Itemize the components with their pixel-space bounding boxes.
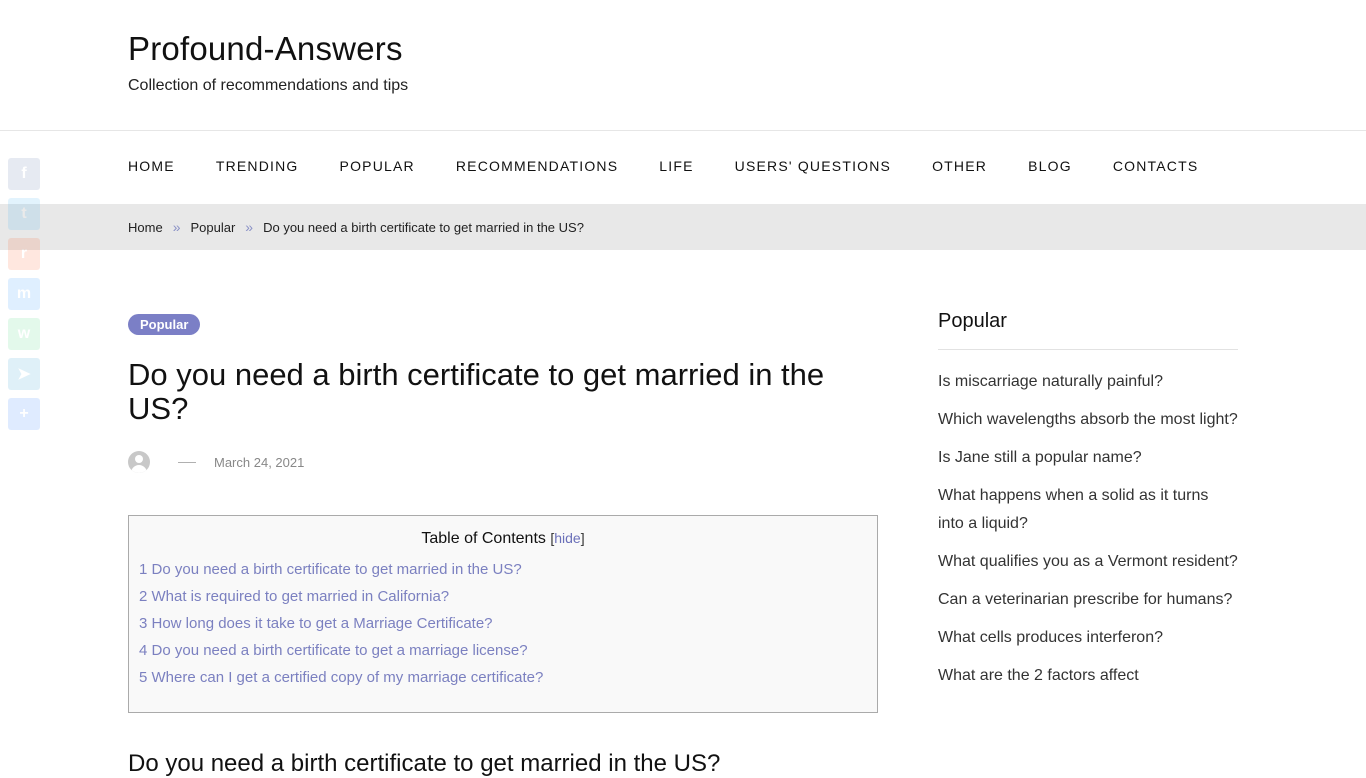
breadcrumb: Home » Popular » Do you need a birth cer…	[128, 219, 584, 235]
nav-home[interactable]: HOME	[128, 158, 175, 174]
toc-hide-wrapper: [hide]	[550, 530, 585, 546]
messenger-icon[interactable]: m	[8, 278, 40, 310]
toc-item[interactable]: 2 What is required to get married in Cal…	[139, 587, 877, 606]
nav-life[interactable]: LIFE	[659, 158, 693, 174]
twitter-icon[interactable]: t	[8, 198, 40, 230]
sidebar-item[interactable]: What qualifies you as a Vermont resident…	[938, 548, 1238, 576]
sidebar-item[interactable]: What are the 2 factors affect	[938, 662, 1238, 690]
sidebar-list: Is miscarriage naturally painful? Which …	[938, 368, 1238, 690]
sidebar-item[interactable]: Is Jane still a popular name?	[938, 444, 1238, 472]
telegram-icon[interactable]: ➤	[8, 358, 40, 390]
sidebar-popular: Popular Is miscarriage naturally painful…	[938, 310, 1238, 700]
nav-other[interactable]: OTHER	[932, 158, 987, 174]
breadcrumb-separator-icon: »	[172, 219, 181, 235]
toc-hide-link[interactable]: hide	[554, 530, 580, 546]
nav-recommendations[interactable]: RECOMMENDATIONS	[456, 158, 618, 174]
share-plus-icon[interactable]: +	[8, 398, 40, 430]
nav-users-questions[interactable]: USERS' QUESTIONS	[735, 158, 891, 174]
meta-divider	[178, 461, 196, 463]
breadcrumb-category[interactable]: Popular	[190, 220, 235, 235]
section-heading: Do you need a birth certificate to get m…	[128, 750, 721, 777]
nav-blog[interactable]: BLOG	[1028, 158, 1072, 174]
sidebar-item[interactable]: Is miscarriage naturally painful?	[938, 368, 1238, 396]
avatar[interactable]	[128, 451, 150, 473]
facebook-icon[interactable]: f	[8, 158, 40, 190]
table-of-contents: Table of Contents [hide] 1 Do you need a…	[128, 515, 878, 713]
toc-item[interactable]: 4 Do you need a birth certificate to get…	[139, 641, 877, 660]
main-nav: HOME TRENDING POPULAR RECOMMENDATIONS LI…	[128, 158, 1239, 174]
share-bar: f t r m w ➤ +	[8, 158, 40, 438]
breadcrumb-current: Do you need a birth certificate to get m…	[263, 219, 584, 235]
post-meta: March 24, 2021	[128, 451, 304, 473]
nav-trending[interactable]: TRENDING	[216, 158, 299, 174]
sidebar-item[interactable]: Can a veterinarian prescribe for humans?	[938, 586, 1238, 614]
toc-item[interactable]: 1 Do you need a birth certificate to get…	[139, 560, 877, 579]
post-date: March 24, 2021	[214, 454, 305, 470]
site-title[interactable]: Profound-Answers	[128, 30, 403, 68]
sidebar-item[interactable]: What happens when a solid as it turns in…	[938, 482, 1238, 538]
site-description: Collection of recommendations and tips	[128, 77, 409, 94]
breadcrumb-separator-icon: »	[245, 219, 254, 235]
toc-title: Table of Contents	[421, 530, 546, 547]
post-title: Do you need a birth certificate to get m…	[128, 357, 825, 426]
sidebar-title: Popular	[938, 310, 1238, 350]
site-header: Profound-Answers Collection of recommend…	[0, 0, 1366, 131]
nav-popular[interactable]: POPULAR	[340, 158, 415, 174]
breadcrumb-bar: Home » Popular » Do you need a birth cer…	[0, 204, 1366, 250]
toc-list: 1 Do you need a birth certificate to get…	[129, 560, 877, 687]
toc-item[interactable]: 3 How long does it take to get a Marriag…	[139, 614, 877, 633]
category-badge[interactable]: Popular	[128, 314, 201, 335]
breadcrumb-home[interactable]: Home	[128, 220, 163, 235]
toc-title-row: Table of Contents [hide]	[129, 530, 877, 548]
reddit-icon[interactable]: r	[8, 238, 40, 270]
sidebar-item[interactable]: Which wavelengths absorb the most light?	[938, 406, 1238, 434]
sidebar-item[interactable]: What cells produces interferon?	[938, 624, 1238, 652]
whatsapp-icon[interactable]: w	[8, 318, 40, 350]
nav-contacts[interactable]: CONTACTS	[1113, 158, 1199, 174]
toc-item[interactable]: 5 Where can I get a certified copy of my…	[139, 668, 877, 687]
